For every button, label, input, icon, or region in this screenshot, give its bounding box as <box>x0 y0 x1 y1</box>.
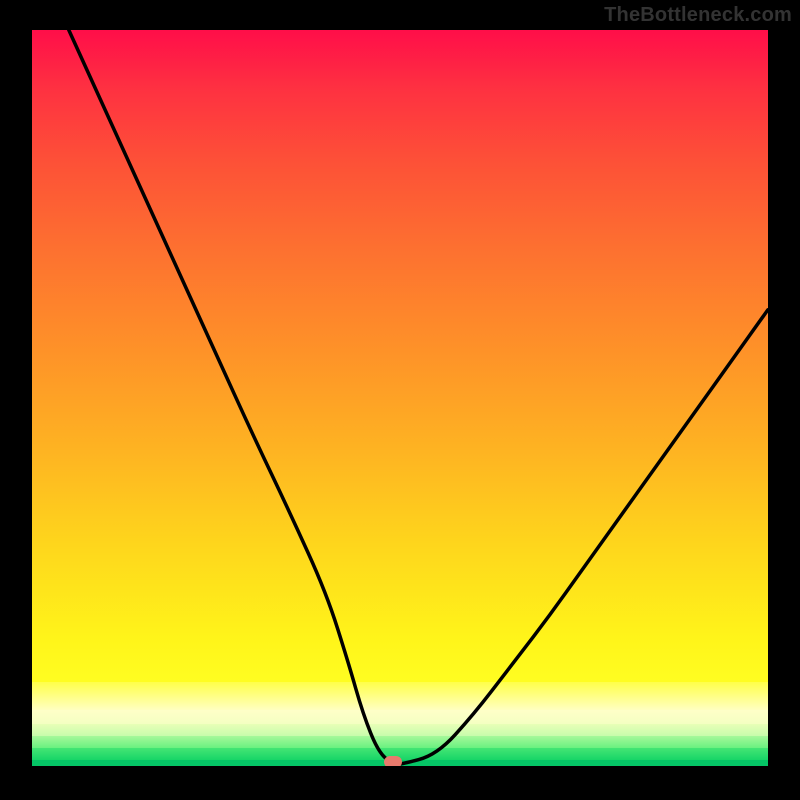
optimum-marker <box>384 756 402 766</box>
chart-container: TheBottleneck.com <box>0 0 800 800</box>
watermark-text: TheBottleneck.com <box>604 4 792 27</box>
bottleneck-curve <box>32 30 768 766</box>
plot-area <box>32 30 768 766</box>
